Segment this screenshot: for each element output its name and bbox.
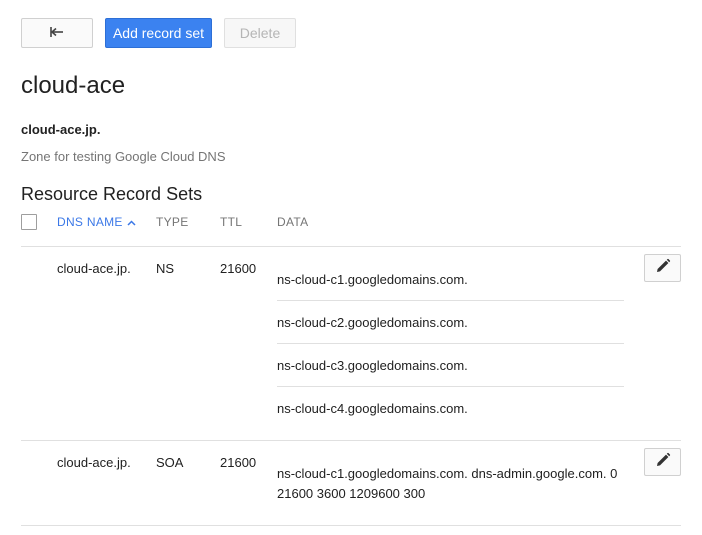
back-button[interactable]	[21, 18, 93, 48]
column-header-type[interactable]: TYPE	[156, 215, 189, 229]
pencil-icon	[655, 258, 671, 279]
row-ttl: 21600	[220, 455, 257, 470]
data-divider	[277, 300, 624, 301]
delete-button[interactable]: Delete	[224, 18, 296, 48]
row-data-line: ns-cloud-c1.googledomains.com.	[277, 272, 468, 287]
page-title: cloud-ace	[21, 72, 126, 99]
edit-button[interactable]	[644, 448, 681, 476]
row-divider	[21, 440, 681, 441]
row-divider	[21, 525, 681, 526]
section-title: Resource Record Sets	[21, 184, 203, 204]
pencil-icon	[655, 452, 671, 473]
row-ttl: 21600	[220, 261, 257, 276]
add-record-set-button[interactable]: Add record set	[105, 18, 212, 48]
data-divider	[277, 386, 624, 387]
row-data-line: ns-cloud-c4.googledomains.com.	[277, 401, 468, 416]
edit-button[interactable]	[644, 254, 681, 282]
column-header-data[interactable]: DATA	[277, 215, 308, 229]
header-divider	[21, 246, 681, 247]
zone-dns-name: cloud-ace.jp.	[21, 122, 101, 137]
row-type: SOA	[156, 455, 184, 470]
select-all-checkbox[interactable]	[21, 214, 37, 230]
row-dns-name: cloud-ace.jp.	[57, 261, 131, 276]
row-data-line: ns-cloud-c1.googledomains.com. dns-admin…	[277, 466, 618, 481]
column-header-label: DNS NAME	[57, 215, 123, 229]
zone-description: Zone for testing Google Cloud DNS	[21, 149, 226, 164]
data-divider	[277, 343, 624, 344]
column-header-ttl[interactable]: TTL	[220, 215, 242, 229]
row-data-line: 21600 3600 1209600 300	[277, 486, 426, 501]
back-arrow-icon	[49, 25, 65, 41]
row-type: NS	[156, 261, 175, 276]
row-dns-name: cloud-ace.jp.	[57, 455, 131, 470]
column-header-dns-name[interactable]: DNS NAME	[57, 215, 136, 229]
sort-ascending-icon	[127, 215, 136, 229]
row-data-line: ns-cloud-c3.googledomains.com.	[277, 358, 468, 373]
row-data-line: ns-cloud-c2.googledomains.com.	[277, 315, 468, 330]
